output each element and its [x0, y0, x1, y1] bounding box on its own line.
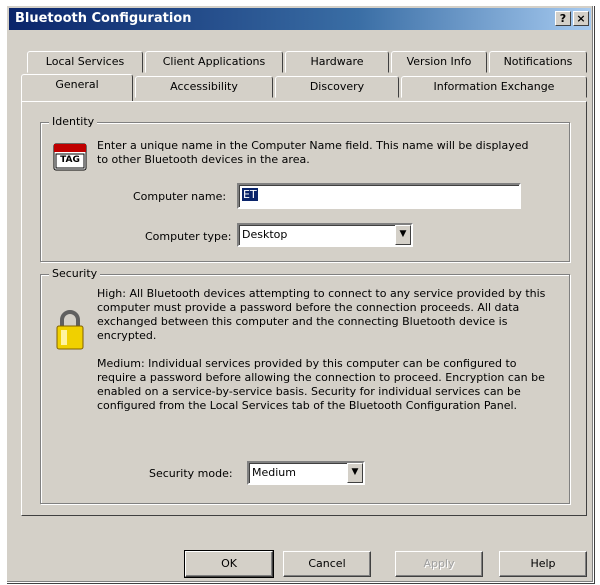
security-mode-select[interactable]: Medium ▼: [247, 461, 365, 485]
title-bar[interactable]: Bluetooth Configuration ? ×: [9, 8, 591, 30]
chevron-down-icon[interactable]: ▼: [347, 463, 363, 483]
tab-accessibility[interactable]: Accessibility: [135, 76, 273, 98]
cancel-button[interactable]: Cancel: [283, 551, 371, 577]
tab-discovery[interactable]: Discovery: [275, 76, 399, 98]
tab-general[interactable]: General: [21, 74, 133, 101]
identity-group: Identity TAG Enter a unique name in the …: [40, 115, 570, 262]
padlock-icon: [53, 309, 87, 351]
computer-type-select[interactable]: Desktop ▼: [237, 223, 413, 247]
tab-local-services[interactable]: Local Services: [27, 51, 143, 73]
computer-name-input[interactable]: ET: [237, 183, 521, 209]
bluetooth-config-dialog: Bluetooth Configuration ? × Local Servic…: [6, 5, 594, 583]
computer-type-value: Desktop: [242, 228, 288, 241]
tab-hardware[interactable]: Hardware: [285, 51, 389, 73]
id-card-icon: TAG: [53, 143, 87, 171]
identity-description: Enter a unique name in the Computer Name…: [97, 139, 529, 166]
security-mode-label: Security mode:: [149, 467, 233, 480]
tab-row-back: Local Services Client Applications Hardw…: [7, 51, 593, 73]
apply-button[interactable]: Apply: [395, 551, 483, 577]
general-tab-panel: Identity TAG Enter a unique name in the …: [21, 101, 587, 516]
security-high-text: High: All Bluetooth devices attempting t…: [97, 287, 546, 342]
tab-client-applications[interactable]: Client Applications: [145, 51, 283, 73]
security-medium-text: Medium: Individual services provided by …: [97, 357, 545, 412]
computer-type-label: Computer type:: [145, 230, 232, 243]
ok-button[interactable]: OK: [184, 550, 274, 578]
security-group: Security High: All Bluetooth devices att…: [40, 267, 570, 504]
security-mode-value: Medium: [252, 466, 296, 479]
tab-version-info[interactable]: Version Info: [391, 51, 487, 73]
help-context-button[interactable]: ?: [555, 11, 571, 26]
help-button[interactable]: Help: [499, 551, 587, 577]
id-card-icon-text: TAG: [60, 155, 80, 165]
window-title: Bluetooth Configuration: [15, 11, 192, 26]
chevron-down-icon[interactable]: ▼: [395, 225, 411, 245]
computer-name-value: ET: [242, 188, 258, 201]
tab-notifications[interactable]: Notifications: [489, 51, 587, 73]
identity-group-label: Identity: [49, 115, 98, 128]
tab-row-front: General Accessibility Discovery Informat…: [7, 74, 593, 101]
computer-name-label: Computer name:: [133, 190, 227, 203]
tab-information-exchange[interactable]: Information Exchange: [401, 76, 587, 98]
security-group-label: Security: [49, 267, 101, 280]
close-window-button[interactable]: ×: [573, 11, 589, 26]
